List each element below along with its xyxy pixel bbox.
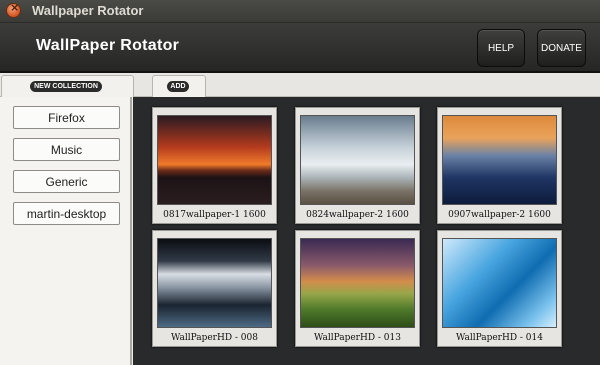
wallpaper-thumbnail[interactable] <box>157 115 272 205</box>
new-collection-label: NEW COLLECTION <box>30 81 102 92</box>
wallpaper-card[interactable]: 0824wallpaper-2 1600 <box>295 107 420 224</box>
collection-button-music[interactable]: Music <box>13 138 120 161</box>
wallpaper-caption: WallPaperHD - 013 <box>313 333 401 343</box>
app-title: WallPaper Rotator <box>36 37 180 54</box>
wallpaper-card[interactable]: WallPaperHD - 013 <box>295 230 420 347</box>
wallpaper-grid: 0817wallpaper-1 1600 0824wallpaper-2 160… <box>133 97 600 365</box>
window-title: Wallpaper Rotator <box>32 3 144 18</box>
collection-button-generic[interactable]: Generic <box>13 170 120 193</box>
app-header: WallPaper Rotator HELP DONATE <box>0 23 600 73</box>
tab-add[interactable]: ADD <box>152 75 206 97</box>
wallpaper-thumbnail[interactable] <box>442 115 557 205</box>
collection-button-martin-desktop[interactable]: martin-desktop <box>13 202 120 225</box>
wallpaper-caption: 0817wallpaper-1 1600 <box>163 210 266 220</box>
window-titlebar: Wallpaper Rotator <box>0 0 600 23</box>
app-window: Wallpaper Rotator WallPaper Rotator HELP… <box>0 0 600 365</box>
wallpaper-thumbnail[interactable] <box>157 238 272 328</box>
wallpaper-card[interactable]: 0907wallpaper-2 1600 <box>437 107 562 224</box>
wallpaper-caption: 0907wallpaper-2 1600 <box>448 210 551 220</box>
collection-button-firefox[interactable]: Firefox <box>13 106 120 129</box>
wallpaper-thumbnail[interactable] <box>300 115 415 205</box>
collections-sidebar: Firefox Music Generic martin-desktop <box>0 97 132 365</box>
help-button[interactable]: HELP <box>477 29 525 67</box>
tab-new-collection[interactable]: NEW COLLECTION <box>1 75 134 97</box>
wallpaper-caption: WallPaperHD - 008 <box>170 333 258 343</box>
add-label: ADD <box>167 81 189 92</box>
wallpaper-card[interactable]: WallPaperHD - 008 <box>152 230 277 347</box>
close-icon[interactable] <box>7 1 20 17</box>
wallpaper-thumbnail[interactable] <box>300 238 415 328</box>
wallpaper-caption: 0824wallpaper-2 1600 <box>306 210 409 220</box>
wallpaper-thumbnail[interactable] <box>442 238 557 328</box>
donate-button[interactable]: DONATE <box>537 29 586 67</box>
wallpaper-card[interactable]: WallPaperHD - 014 <box>437 230 562 347</box>
tab-bar: NEW COLLECTION ADD <box>0 73 600 97</box>
wallpaper-card[interactable]: 0817wallpaper-1 1600 <box>152 107 277 224</box>
wallpaper-caption: WallPaperHD - 014 <box>455 333 543 343</box>
